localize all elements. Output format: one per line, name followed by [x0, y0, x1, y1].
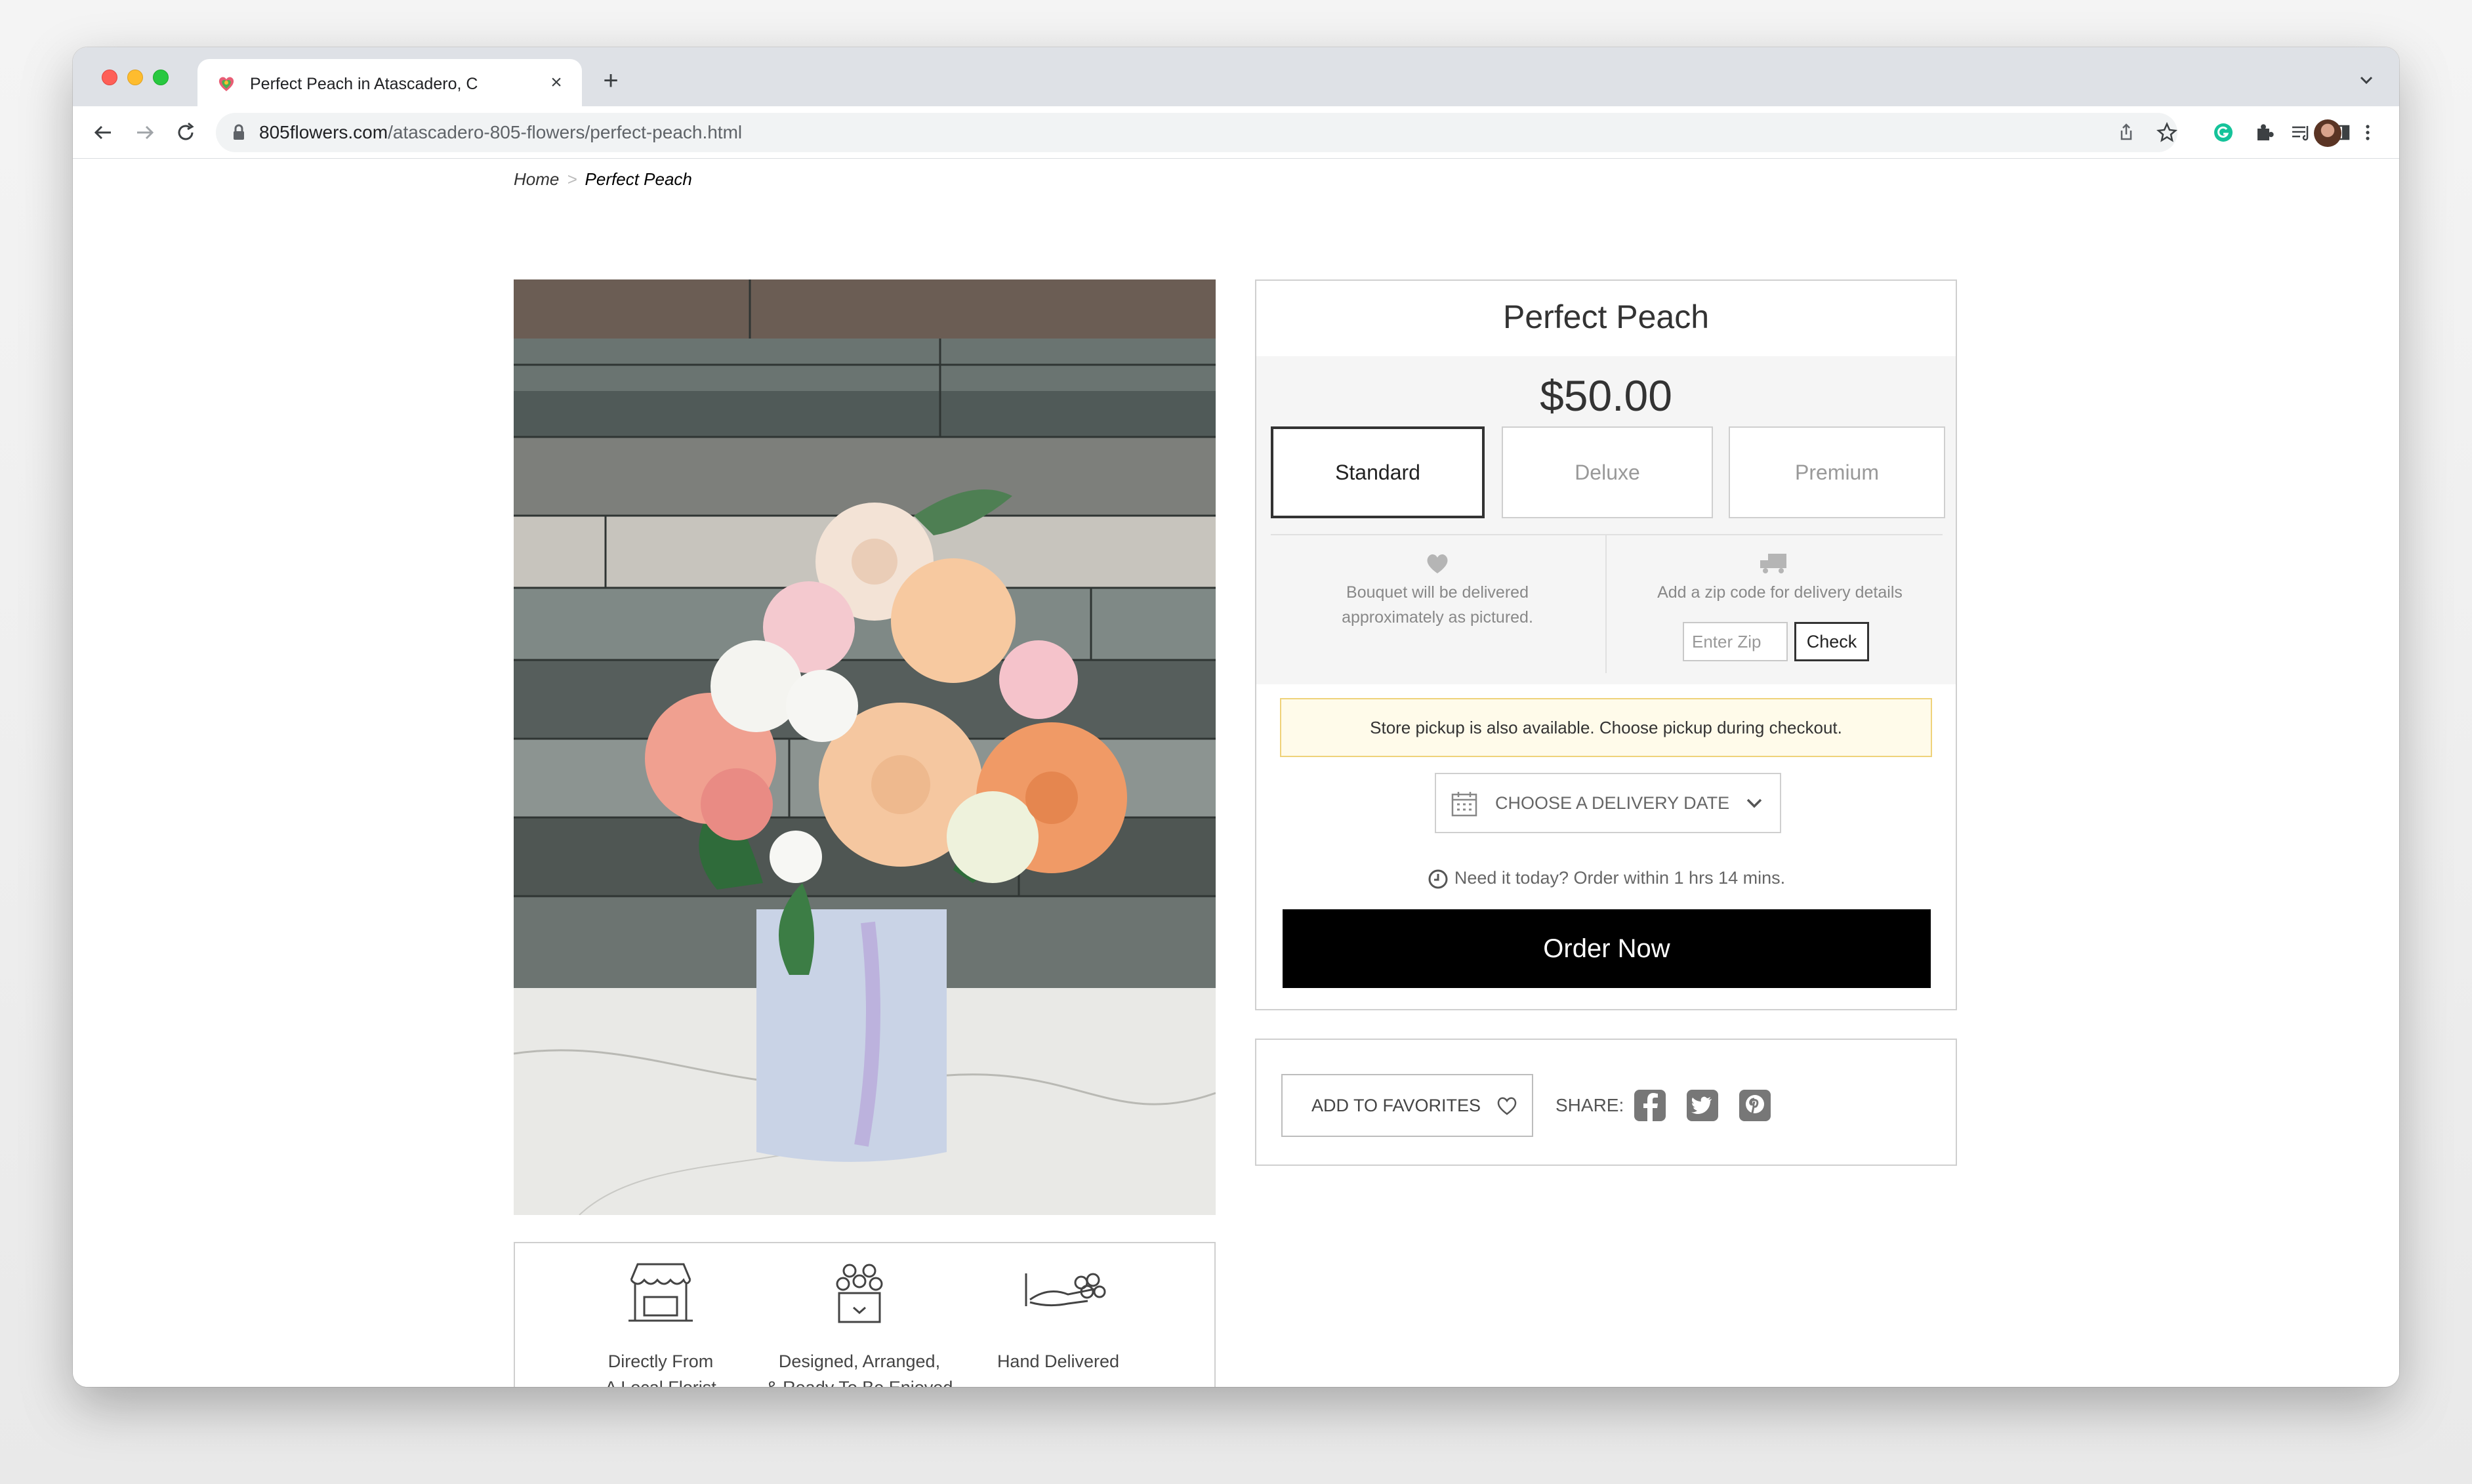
feature-line1: Directly From — [608, 1351, 714, 1371]
facebook-icon[interactable] — [1633, 1088, 1667, 1123]
bookmark-star-icon[interactable] — [2153, 118, 2181, 147]
tab-strip: Perfect Peach in Atascadero, C × + — [73, 47, 2399, 106]
site-favicon-icon — [218, 77, 234, 91]
store-pickup-notice: Store pickup is also available. Choose p… — [1280, 698, 1932, 757]
clock-icon — [1428, 869, 1448, 889]
extensions-puzzle-icon[interactable] — [2250, 118, 2278, 147]
feature-line2: & Ready To Be Enjoyed — [766, 1378, 953, 1387]
profile-avatar[interactable] — [2314, 119, 2341, 147]
delivery-note: Bouquet will be delivered approximately a… — [1280, 580, 1595, 630]
breadcrumb-current: Perfect Peach — [585, 169, 692, 189]
same-day-text: Need it today? Order within 1 hrs 14 min… — [1454, 868, 1786, 888]
share-page-icon[interactable] — [2112, 118, 2141, 147]
delivery-date-label: CHOOSE A DELIVERY DATE — [1495, 793, 1730, 813]
feature-designed: Designed, Arranged, & Ready To Be Enjoyed — [761, 1243, 958, 1387]
tab-search-chevron-icon[interactable] — [2355, 68, 2378, 92]
size-deluxe-button[interactable]: Deluxe — [1502, 426, 1713, 518]
zip-code-input[interactable] — [1683, 622, 1788, 661]
feature-hand-delivered: Hand Delivered — [960, 1243, 1157, 1387]
size-standard-button[interactable]: Standard — [1271, 426, 1485, 518]
add-to-favorites-button[interactable]: ADD TO FAVORITES — [1281, 1074, 1533, 1137]
lock-icon — [234, 124, 244, 140]
product-photo[interactable] — [514, 279, 1216, 1215]
url-text: 805flowers.com/atascadero-805-flowers/pe… — [259, 119, 742, 146]
delivery-truck-icon — [1760, 554, 1786, 573]
order-now-button[interactable]: Order Now — [1283, 909, 1931, 988]
check-zip-button[interactable]: Check — [1794, 622, 1869, 661]
twitter-icon[interactable] — [1685, 1088, 1720, 1123]
product-panel: Perfect Peach $50.00 Standard Deluxe Pre… — [1255, 279, 1957, 1010]
tab-title: Perfect Peach in Atascadero, C — [250, 75, 478, 93]
hand-bouquet-icon — [1025, 1273, 1106, 1307]
product-price: $50.00 — [1540, 371, 1672, 420]
grammarly-extension-icon[interactable] — [2209, 118, 2238, 147]
address-bar[interactable]: 805flowers.com/atascadero-805-flowers/pe… — [216, 113, 2177, 152]
feature-text: Hand Delivered — [960, 1348, 1157, 1374]
browser-menu-icon[interactable] — [2353, 118, 2382, 147]
feature-line2: A Local Florist — [605, 1378, 716, 1387]
share-label: SHARE: — [1555, 1095, 1624, 1115]
feature-line1: Designed, Arranged, — [778, 1351, 941, 1371]
heart-icon — [1427, 554, 1448, 573]
flower-box-icon — [836, 1264, 883, 1323]
zip-prompt: Add a zip code for delivery details — [1657, 583, 1903, 602]
breadcrumb-home-link[interactable]: Home — [514, 169, 559, 189]
delivery-note-line1: Bouquet will be delivered — [1346, 583, 1529, 602]
feature-local-florist: Directly From A Local Florist — [562, 1243, 759, 1387]
feature-text: Directly From A Local Florist — [562, 1348, 759, 1387]
reload-icon[interactable] — [171, 118, 200, 147]
url-path: /atascadero-805-flowers/perfect-peach.ht… — [388, 122, 743, 142]
heart-outline-icon — [1497, 1097, 1517, 1115]
reading-list-icon[interactable] — [2286, 118, 2315, 147]
back-arrow-icon[interactable] — [89, 118, 117, 147]
forward-arrow-icon[interactable] — [131, 118, 159, 147]
pinterest-icon[interactable] — [1738, 1088, 1772, 1123]
options-divider-vertical — [1605, 535, 1607, 673]
minimize-window-button[interactable] — [127, 70, 143, 85]
feature-text: Designed, Arranged, & Ready To Be Enjoyed — [761, 1348, 958, 1387]
delivery-date-dropdown[interactable]: CHOOSE A DELIVERY DATE — [1435, 773, 1781, 833]
delivery-note-line2: approximately as pictured. — [1342, 608, 1533, 627]
size-premium-button[interactable]: Premium — [1729, 426, 1945, 518]
options-divider — [1271, 534, 1943, 535]
favorites-share-panel: ADD TO FAVORITES SHARE: — [1255, 1039, 1957, 1166]
new-tab-button[interactable]: + — [598, 68, 624, 95]
feature-line1: Hand Delivered — [997, 1351, 1120, 1371]
browser-window: Perfect Peach in Atascadero, C × + 805fl… — [73, 47, 2399, 1387]
browser-toolbar: 805flowers.com/atascadero-805-flowers/pe… — [73, 106, 2399, 159]
same-day-countdown: Need it today? Order within 1 hrs 14 min… — [1256, 865, 1956, 891]
product-title: Perfect Peach — [1502, 299, 1710, 335]
tab-close-icon[interactable]: × — [545, 72, 567, 94]
storefront-icon — [628, 1263, 693, 1322]
maximize-window-button[interactable] — [153, 70, 169, 85]
chevron-down-icon — [1746, 798, 1762, 808]
favorites-label: ADD TO FAVORITES — [1311, 1096, 1481, 1115]
features-box: Directly From A Local Florist Designed, A… — [514, 1242, 1216, 1387]
url-host: 805flowers.com — [259, 122, 388, 142]
web-page: Home > Perfect Peach Directly From Desig… — [73, 159, 2399, 1387]
breadcrumb: Home > Perfect Peach — [514, 169, 692, 190]
tab-active[interactable]: Perfect Peach in Atascadero, C × — [197, 59, 582, 106]
breadcrumb-separator: > — [567, 169, 577, 189]
calendar-icon — [1451, 792, 1477, 817]
close-window-button[interactable] — [102, 70, 117, 85]
